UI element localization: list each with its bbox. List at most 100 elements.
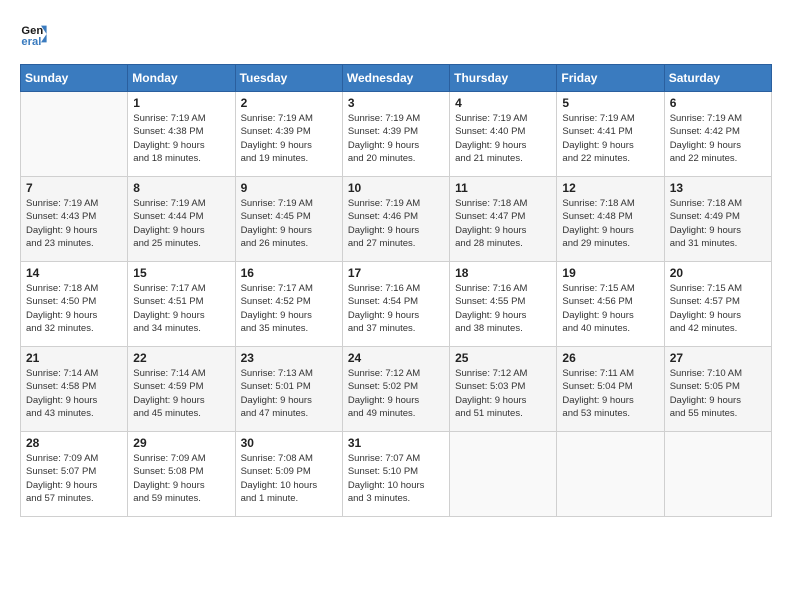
day-info: Sunrise: 7:18 AM Sunset: 4:50 PM Dayligh… (26, 282, 122, 335)
day-number: 17 (348, 266, 444, 280)
day-info: Sunrise: 7:13 AM Sunset: 5:01 PM Dayligh… (241, 367, 337, 420)
calendar-cell: 10Sunrise: 7:19 AM Sunset: 4:46 PM Dayli… (342, 177, 449, 262)
page-header: Gen eral (20, 20, 772, 48)
calendar-cell: 24Sunrise: 7:12 AM Sunset: 5:02 PM Dayli… (342, 347, 449, 432)
weekday-header-tuesday: Tuesday (235, 65, 342, 92)
day-info: Sunrise: 7:14 AM Sunset: 4:58 PM Dayligh… (26, 367, 122, 420)
day-info: Sunrise: 7:19 AM Sunset: 4:39 PM Dayligh… (348, 112, 444, 165)
day-number: 22 (133, 351, 229, 365)
weekday-header-saturday: Saturday (664, 65, 771, 92)
day-number: 31 (348, 436, 444, 450)
day-number: 15 (133, 266, 229, 280)
day-info: Sunrise: 7:17 AM Sunset: 4:52 PM Dayligh… (241, 282, 337, 335)
weekday-header-wednesday: Wednesday (342, 65, 449, 92)
calendar-cell: 4 Sunrise: 7:19 AM Sunset: 4:40 PM Daylig… (450, 92, 557, 177)
calendar-cell (664, 432, 771, 517)
day-number: 23 (241, 351, 337, 365)
weekday-header-thursday: Thursday (450, 65, 557, 92)
calendar-cell: 1 Sunrise: 7:19 AM Sunset: 4:38 PM Daylig… (128, 92, 235, 177)
calendar-cell: 31 Sunrise: 7:07 AM Sunset: 5:10 PM Dayli… (342, 432, 449, 517)
day-number: 2 (241, 96, 337, 110)
day-info: Sunrise: 7:16 AM Sunset: 4:55 PM Dayligh… (455, 282, 551, 335)
calendar-table: SundayMondayTuesdayWednesdayThursdayFrid… (20, 64, 772, 517)
calendar-cell: 6Sunrise: 7:19 AM Sunset: 4:42 PM Daylig… (664, 92, 771, 177)
day-number: 9 (241, 181, 337, 195)
day-info: Sunrise: 7:19 AM Sunset: 4:43 PM Dayligh… (26, 197, 122, 250)
calendar-cell: 28 Sunrise: 7:09 AM Sunset: 5:07 PM Dayli… (21, 432, 128, 517)
calendar-cell (21, 92, 128, 177)
weekday-header-sunday: Sunday (21, 65, 128, 92)
calendar-cell: 13Sunrise: 7:18 AM Sunset: 4:49 PM Dayli… (664, 177, 771, 262)
day-number: 19 (562, 266, 658, 280)
calendar-cell: 25 Sunrise: 7:12 AM Sunset: 5:03 PM Dayli… (450, 347, 557, 432)
week-row-1: 7 Sunrise: 7:19 AM Sunset: 4:43 PM Daylig… (21, 177, 772, 262)
calendar-cell: 7 Sunrise: 7:19 AM Sunset: 4:43 PM Daylig… (21, 177, 128, 262)
calendar-body: 1 Sunrise: 7:19 AM Sunset: 4:38 PM Daylig… (21, 92, 772, 517)
day-info: Sunrise: 7:11 AM Sunset: 5:04 PM Dayligh… (562, 367, 658, 420)
day-info: Sunrise: 7:14 AM Sunset: 4:59 PM Dayligh… (133, 367, 229, 420)
calendar-cell: 23 Sunrise: 7:13 AM Sunset: 5:01 PM Dayli… (235, 347, 342, 432)
day-info: Sunrise: 7:19 AM Sunset: 4:44 PM Dayligh… (133, 197, 229, 250)
day-number: 14 (26, 266, 122, 280)
day-number: 27 (670, 351, 766, 365)
calendar-cell (557, 432, 664, 517)
calendar-cell: 2 Sunrise: 7:19 AM Sunset: 4:39 PM Daylig… (235, 92, 342, 177)
day-info: Sunrise: 7:16 AM Sunset: 4:54 PM Dayligh… (348, 282, 444, 335)
calendar-cell: 20Sunrise: 7:15 AM Sunset: 4:57 PM Dayli… (664, 262, 771, 347)
calendar-cell: 19Sunrise: 7:15 AM Sunset: 4:56 PM Dayli… (557, 262, 664, 347)
calendar-header: SundayMondayTuesdayWednesdayThursdayFrid… (21, 65, 772, 92)
day-info: Sunrise: 7:12 AM Sunset: 5:02 PM Dayligh… (348, 367, 444, 420)
calendar-cell: 21 Sunrise: 7:14 AM Sunset: 4:58 PM Dayli… (21, 347, 128, 432)
calendar-cell: 15Sunrise: 7:17 AM Sunset: 4:51 PM Dayli… (128, 262, 235, 347)
week-row-4: 28 Sunrise: 7:09 AM Sunset: 5:07 PM Dayli… (21, 432, 772, 517)
day-info: Sunrise: 7:19 AM Sunset: 4:38 PM Dayligh… (133, 112, 229, 165)
day-info: Sunrise: 7:07 AM Sunset: 5:10 PM Dayligh… (348, 452, 444, 505)
day-number: 10 (348, 181, 444, 195)
weekday-header-row: SundayMondayTuesdayWednesdayThursdayFrid… (21, 65, 772, 92)
day-info: Sunrise: 7:19 AM Sunset: 4:41 PM Dayligh… (562, 112, 658, 165)
day-info: Sunrise: 7:19 AM Sunset: 4:45 PM Dayligh… (241, 197, 337, 250)
day-number: 21 (26, 351, 122, 365)
day-number: 1 (133, 96, 229, 110)
week-row-3: 21 Sunrise: 7:14 AM Sunset: 4:58 PM Dayli… (21, 347, 772, 432)
calendar-cell: 14 Sunrise: 7:18 AM Sunset: 4:50 PM Dayli… (21, 262, 128, 347)
day-info: Sunrise: 7:19 AM Sunset: 4:40 PM Dayligh… (455, 112, 551, 165)
day-info: Sunrise: 7:12 AM Sunset: 5:03 PM Dayligh… (455, 367, 551, 420)
logo: Gen eral (20, 20, 52, 48)
calendar-cell: 17 Sunrise: 7:16 AM Sunset: 4:54 PM Dayli… (342, 262, 449, 347)
calendar-cell: 9 Sunrise: 7:19 AM Sunset: 4:45 PM Daylig… (235, 177, 342, 262)
calendar-cell (450, 432, 557, 517)
day-info: Sunrise: 7:08 AM Sunset: 5:09 PM Dayligh… (241, 452, 337, 505)
day-info: Sunrise: 7:19 AM Sunset: 4:39 PM Dayligh… (241, 112, 337, 165)
day-info: Sunrise: 7:18 AM Sunset: 4:49 PM Dayligh… (670, 197, 766, 250)
day-info: Sunrise: 7:10 AM Sunset: 5:05 PM Dayligh… (670, 367, 766, 420)
day-number: 4 (455, 96, 551, 110)
weekday-header-friday: Friday (557, 65, 664, 92)
day-info: Sunrise: 7:18 AM Sunset: 4:47 PM Dayligh… (455, 197, 551, 250)
day-number: 25 (455, 351, 551, 365)
day-number: 29 (133, 436, 229, 450)
day-info: Sunrise: 7:09 AM Sunset: 5:07 PM Dayligh… (26, 452, 122, 505)
day-info: Sunrise: 7:09 AM Sunset: 5:08 PM Dayligh… (133, 452, 229, 505)
day-number: 20 (670, 266, 766, 280)
day-number: 18 (455, 266, 551, 280)
day-info: Sunrise: 7:18 AM Sunset: 4:48 PM Dayligh… (562, 197, 658, 250)
day-info: Sunrise: 7:19 AM Sunset: 4:42 PM Dayligh… (670, 112, 766, 165)
day-number: 7 (26, 181, 122, 195)
weekday-header-monday: Monday (128, 65, 235, 92)
calendar-cell: 5 Sunrise: 7:19 AM Sunset: 4:41 PM Daylig… (557, 92, 664, 177)
day-number: 28 (26, 436, 122, 450)
calendar-cell: 3Sunrise: 7:19 AM Sunset: 4:39 PM Daylig… (342, 92, 449, 177)
calendar-cell: 27 Sunrise: 7:10 AM Sunset: 5:05 PM Dayli… (664, 347, 771, 432)
calendar-cell: 30Sunrise: 7:08 AM Sunset: 5:09 PM Dayli… (235, 432, 342, 517)
calendar-cell: 11Sunrise: 7:18 AM Sunset: 4:47 PM Dayli… (450, 177, 557, 262)
calendar-cell: 29 Sunrise: 7:09 AM Sunset: 5:08 PM Dayli… (128, 432, 235, 517)
week-row-0: 1 Sunrise: 7:19 AM Sunset: 4:38 PM Daylig… (21, 92, 772, 177)
day-number: 12 (562, 181, 658, 195)
calendar-cell: 18 Sunrise: 7:16 AM Sunset: 4:55 PM Dayli… (450, 262, 557, 347)
calendar-cell: 26Sunrise: 7:11 AM Sunset: 5:04 PM Dayli… (557, 347, 664, 432)
calendar-cell: 16Sunrise: 7:17 AM Sunset: 4:52 PM Dayli… (235, 262, 342, 347)
svg-text:Gen: Gen (21, 25, 43, 37)
logo-icon: Gen eral (20, 20, 48, 48)
day-number: 5 (562, 96, 658, 110)
